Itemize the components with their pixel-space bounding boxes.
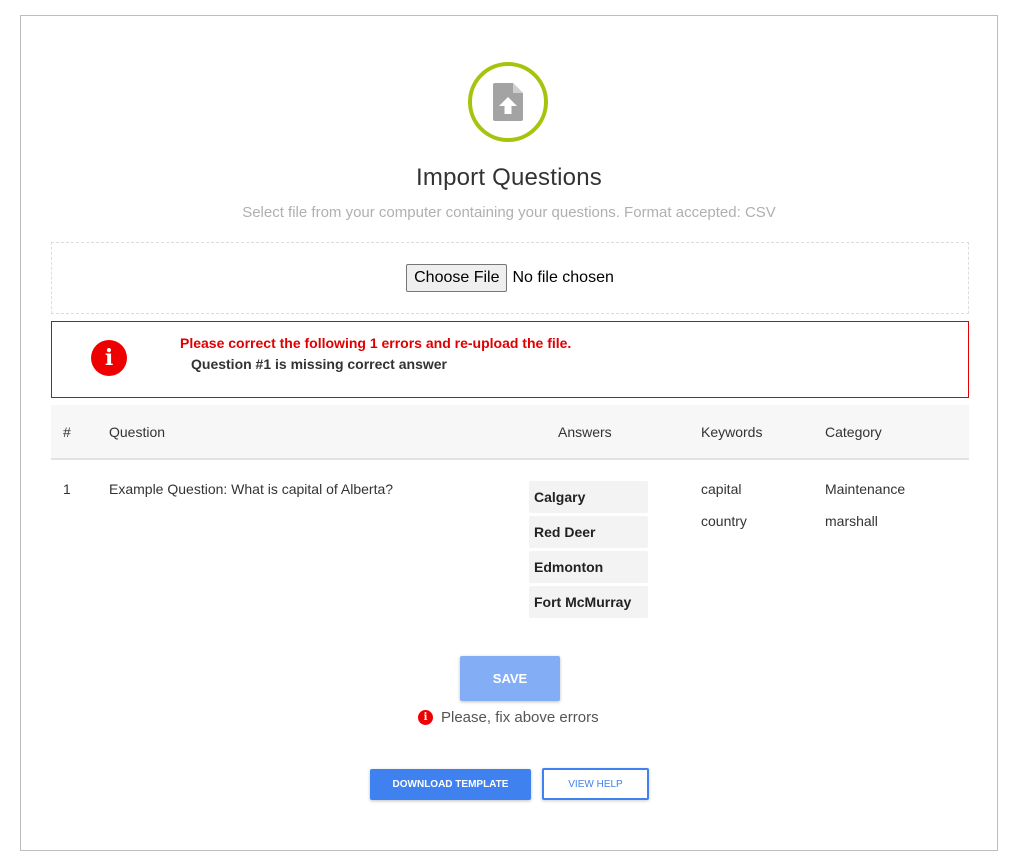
fix-errors-message: i Please, fix above errors: [418, 709, 599, 726]
row-number: 1: [63, 481, 71, 497]
file-upload-icon: [468, 62, 548, 142]
import-card: Import Questions Select file from your c…: [20, 15, 998, 851]
info-icon: i: [91, 340, 127, 376]
keyword-item: country: [701, 513, 747, 529]
fix-errors-text: Please, fix above errors: [441, 709, 599, 726]
file-upload-glyph: [493, 83, 523, 121]
column-header-number: #: [63, 424, 71, 440]
view-help-button[interactable]: VIEW HELP: [542, 768, 649, 800]
category-item: marshall: [825, 513, 878, 529]
category-item: Maintenance: [825, 481, 906, 497]
error-headline: Please correct the following 1 errors an…: [180, 335, 572, 351]
error-alert: i Please correct the following 1 errors …: [51, 321, 969, 398]
file-dropzone[interactable]: Choose File No file chosen: [51, 242, 969, 314]
error-detail: Question #1 is missing correct answer: [191, 356, 447, 372]
page-subtitle: Select file from your computer containin…: [242, 204, 776, 221]
answer-chip: Calgary: [529, 481, 648, 513]
info-icon: i: [418, 710, 433, 725]
column-header-keywords: Keywords: [701, 424, 763, 440]
answer-chip: Edmonton: [529, 551, 648, 583]
answer-chip: Fort McMurray: [529, 586, 648, 618]
page-title: Import Questions: [416, 164, 602, 191]
choose-file-button[interactable]: Choose File: [406, 264, 508, 292]
keyword-item: capital: [701, 481, 742, 497]
file-status-text: No file chosen: [512, 269, 614, 286]
column-header-category: Category: [825, 424, 882, 440]
column-header-question: Question: [109, 424, 166, 440]
download-template-button[interactable]: DOWNLOAD TEMPLATE: [370, 769, 531, 800]
table-header: # Question Answers Keywords Category: [51, 405, 969, 460]
column-header-answers: Answers: [558, 424, 612, 440]
answer-chip: Red Deer: [529, 516, 648, 548]
row-question: Example Question: What is capital of Alb…: [109, 481, 394, 497]
save-button[interactable]: SAVE: [460, 656, 560, 701]
